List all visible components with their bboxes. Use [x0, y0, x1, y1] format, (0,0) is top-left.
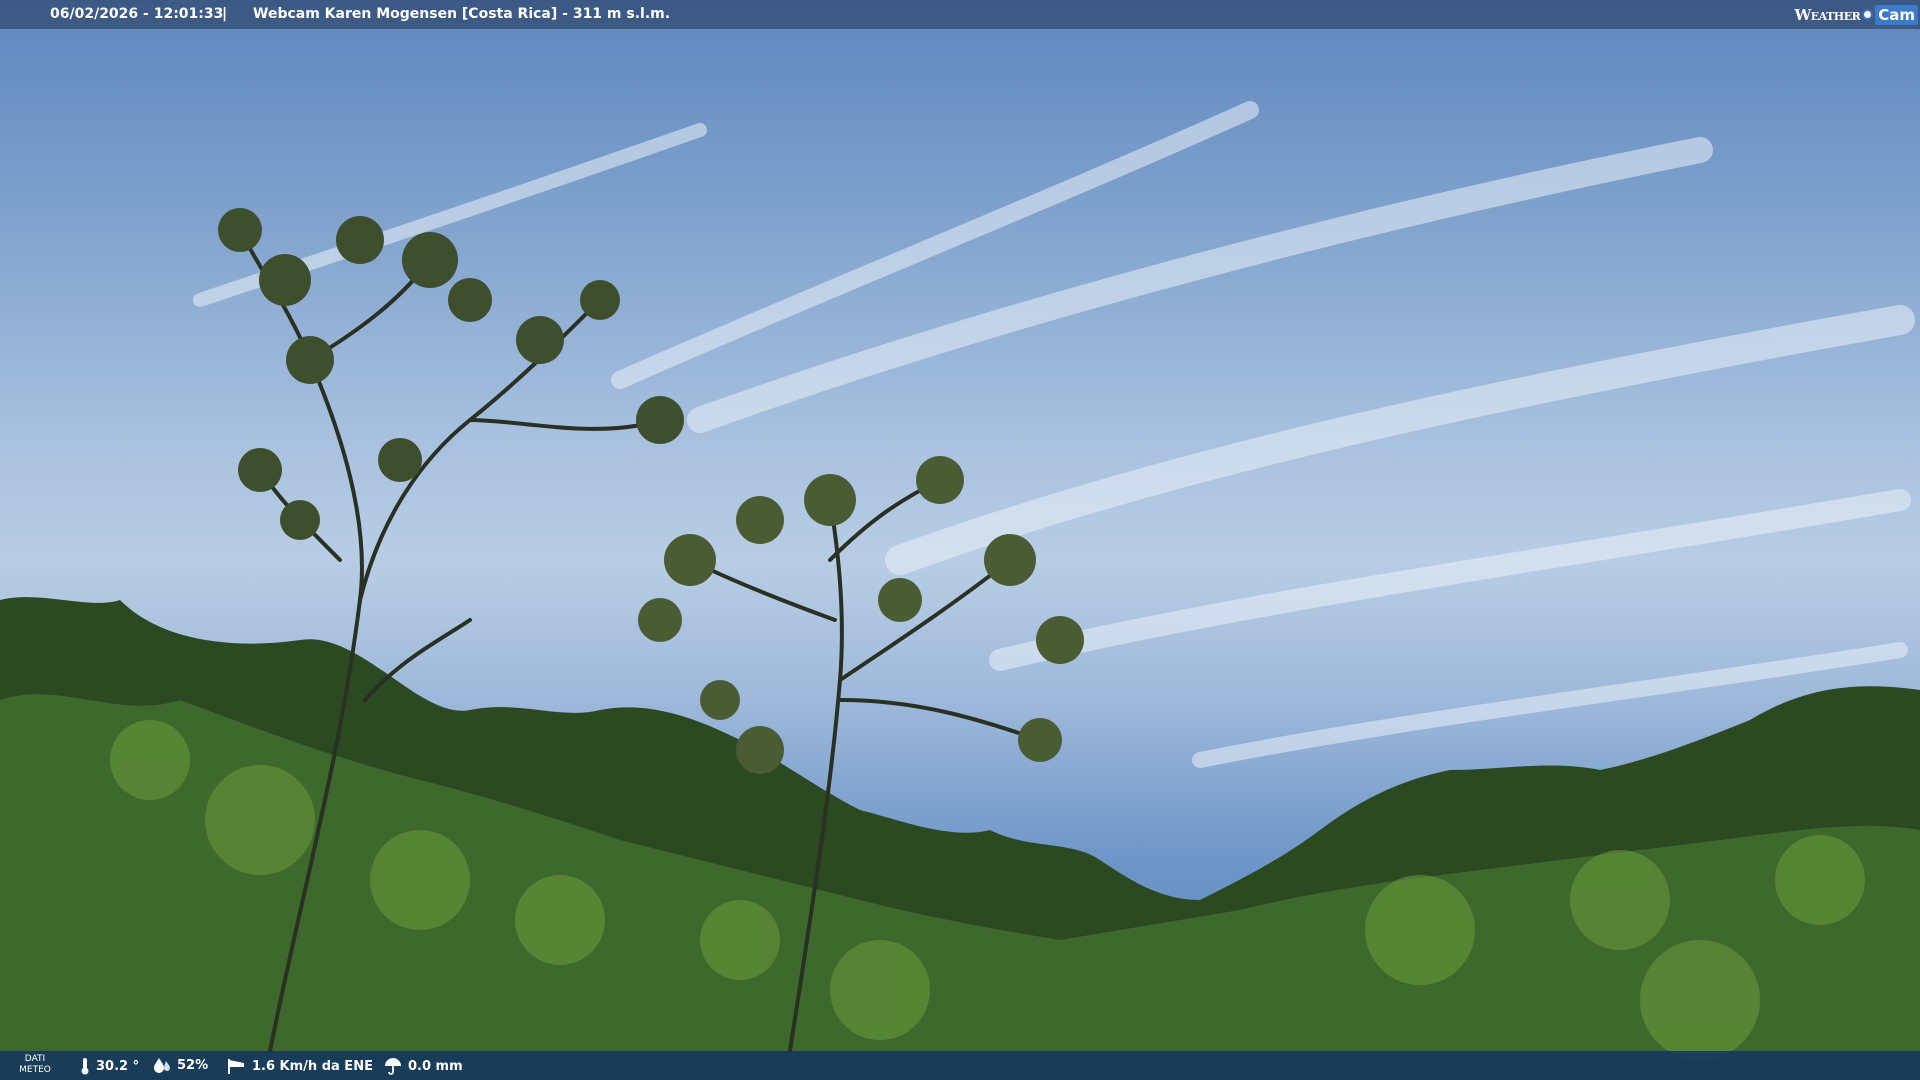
wind-sock-icon [228, 1059, 244, 1074]
temperature-value: 30.2 ° [96, 1058, 140, 1074]
landscape-scene [0, 101, 1920, 1080]
logo-dot-icon [1862, 9, 1874, 20]
webcam-title: Webcam Karen Mogensen [Costa Rica] - 311… [253, 6, 671, 22]
meteo-label-line2: METEO [19, 1065, 51, 1075]
header-bar: 06/02/2026 - 12:01:33 | Webcam Karen Mog… [0, 0, 1920, 29]
weather-data-bar: DATI METEO 30.2 ° 52% 1.6 Km/h da ENE 0.… [0, 1051, 1920, 1080]
wind-value: 1.6 Km/h da ENE [252, 1058, 373, 1074]
weathercam-logo[interactable]: Weather Cam [1794, 3, 1918, 26]
rain-umbrella-icon [385, 1058, 401, 1075]
humidity-drop-icon [154, 1058, 170, 1073]
rain-reading: 0.0 mm [384, 1057, 463, 1075]
meteo-label[interactable]: DATI METEO [16, 1054, 54, 1076]
logo-text-right: Cam [1875, 4, 1918, 25]
logo-text-left: Weather [1794, 5, 1861, 24]
wind-reading: 1.6 Km/h da ENE [226, 1057, 373, 1075]
rain-value: 0.0 mm [408, 1058, 463, 1074]
humidity-reading: 52% [153, 1057, 208, 1073]
temperature-reading: 30.2 ° [80, 1057, 139, 1075]
humidity-value: 52% [177, 1057, 209, 1073]
meteo-label-line1: DATI [24, 1054, 46, 1064]
webcam-image [0, 0, 1920, 1080]
header-separator: | [222, 6, 228, 22]
timestamp: 06/02/2026 - 12:01:33 [50, 6, 224, 22]
thermometer-icon [81, 1058, 89, 1075]
